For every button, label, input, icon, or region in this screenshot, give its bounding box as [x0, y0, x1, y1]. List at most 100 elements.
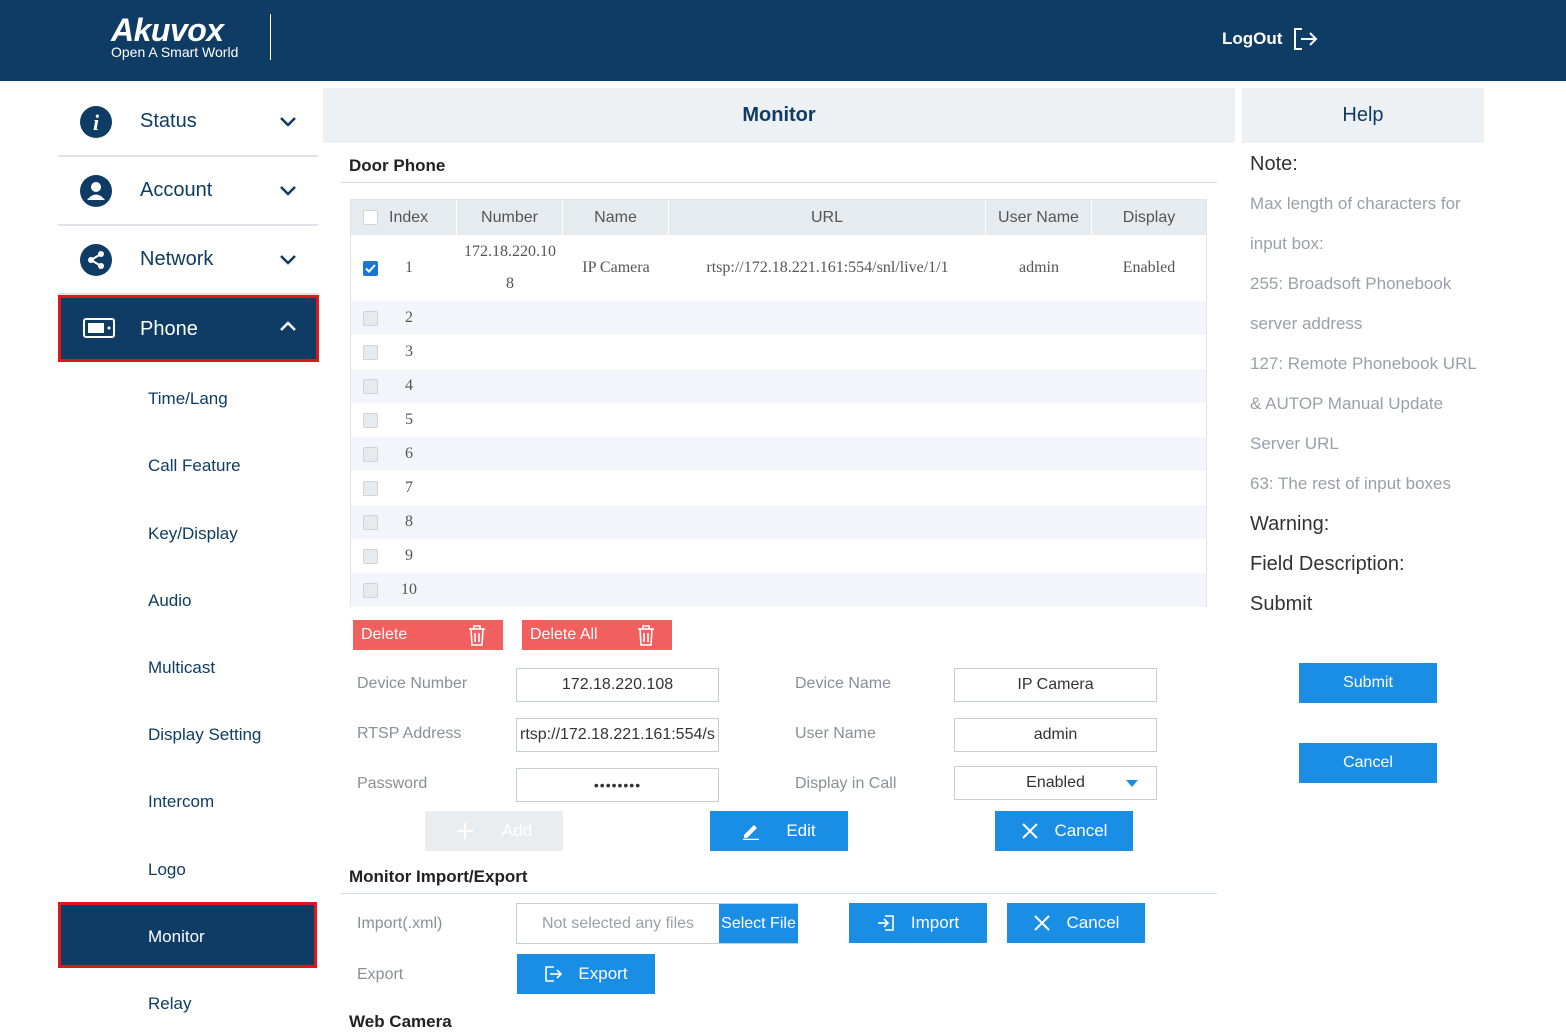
- phone-device-icon: [83, 318, 115, 338]
- section-divider: [341, 182, 1217, 183]
- pencil-icon: [743, 825, 760, 840]
- sidebar-subitem-label: Monitor: [148, 927, 205, 946]
- submit-button[interactable]: Submit: [1299, 663, 1437, 703]
- password-label: Password: [357, 775, 428, 792]
- row-index: 4: [405, 377, 413, 394]
- row-index: 5: [405, 411, 413, 428]
- table-row[interactable]: 5: [351, 403, 1206, 437]
- form-cancel-button[interactable]: Cancel: [995, 811, 1133, 851]
- sidebar-item-label: Status: [140, 110, 197, 132]
- row-checkbox[interactable]: [363, 514, 378, 530]
- logout-button[interactable]: LogOut: [1222, 26, 1318, 52]
- sidebar-subitem-key-display[interactable]: Key/Display: [148, 524, 238, 544]
- select-all-checkbox[interactable]: [363, 210, 378, 225]
- user-name-label: User Name: [795, 725, 876, 742]
- device-number-input[interactable]: 172.18.220.108: [516, 668, 719, 702]
- web-camera-title: Web Camera: [349, 1012, 452, 1031]
- sidebar-subitem-monitor[interactable]: Monitor: [58, 902, 317, 968]
- row-checkbox-cell: [363, 369, 378, 403]
- chevron-down-icon: [280, 116, 296, 127]
- row-checkbox[interactable]: [363, 378, 378, 394]
- row-index: 1: [405, 259, 413, 276]
- edit-label: Edit: [786, 821, 816, 840]
- row-checkbox[interactable]: [363, 446, 378, 462]
- add-button[interactable]: Add: [425, 811, 563, 851]
- sidebar-item-network[interactable]: Network: [58, 226, 318, 295]
- device-number-label: Device Number: [357, 675, 468, 692]
- chevron-up-icon: [280, 321, 296, 331]
- header-label: Index: [389, 208, 429, 226]
- sidebar-subitem-call-feature[interactable]: Call Feature: [148, 456, 241, 476]
- row-checkbox[interactable]: [363, 344, 378, 360]
- help-line: & AUTOP Manual Update: [1250, 394, 1444, 413]
- table-row[interactable]: 3: [351, 335, 1206, 369]
- sidebar-item-label: Phone: [140, 318, 198, 340]
- export-button[interactable]: Export: [517, 954, 655, 994]
- row-display: Enabled: [1122, 259, 1176, 276]
- sidebar-subitem-display-setting[interactable]: Display Setting: [148, 725, 261, 745]
- row-user-name: admin: [1019, 259, 1059, 276]
- edit-button[interactable]: Edit: [710, 811, 848, 851]
- sidebar-subitem-time-lang[interactable]: Time/Lang: [148, 389, 228, 409]
- help-panel-title: Help: [1242, 88, 1484, 143]
- sidebar-item-status[interactable]: i Status: [58, 88, 318, 157]
- brand-logo: Akuvox Open A Smart World: [111, 14, 271, 60]
- delete-label: Delete: [361, 626, 408, 643]
- table-header: Index Number Name URL User Name Display: [351, 200, 1206, 235]
- table-row[interactable]: 2: [351, 301, 1206, 335]
- delete-button[interactable]: Delete: [353, 620, 503, 650]
- help-line: Server URL: [1250, 434, 1339, 453]
- help-line: input box:: [1250, 234, 1324, 253]
- table-row[interactable]: 4: [351, 369, 1206, 403]
- table-row[interactable]: 8: [351, 505, 1206, 539]
- sidebar-subitem-logo[interactable]: Logo: [148, 860, 186, 880]
- sidebar-item-account[interactable]: Account: [58, 157, 318, 226]
- row-checkbox[interactable]: [363, 548, 378, 564]
- password-input[interactable]: ••••••••: [516, 768, 719, 802]
- sidebar-subitem-multicast[interactable]: Multicast: [148, 658, 215, 678]
- help-line: 255: Broadsoft Phonebook: [1250, 274, 1452, 293]
- row-checkbox-checked[interactable]: [363, 260, 378, 276]
- table-row[interactable]: 1 172.18.220.10 8 IP Camera rtsp://172.1…: [351, 235, 1206, 301]
- export-icon: [545, 966, 563, 982]
- header-number: Number: [457, 200, 563, 235]
- table-row[interactable]: 7: [351, 471, 1206, 505]
- row-checkbox[interactable]: [363, 412, 378, 428]
- plus-icon: [456, 823, 473, 839]
- row-checkbox-cell: [363, 539, 378, 573]
- user-name-input[interactable]: admin: [954, 718, 1157, 752]
- display-in-call-select[interactable]: Enabled: [954, 766, 1157, 800]
- page-cancel-button[interactable]: Cancel: [1299, 743, 1437, 783]
- header-user-name: User Name: [986, 200, 1092, 235]
- help-line: server address: [1250, 314, 1363, 333]
- table-row[interactable]: 6: [351, 437, 1206, 471]
- import-label: Import: [910, 913, 960, 932]
- row-checkbox-cell: [363, 301, 378, 335]
- row-checkbox[interactable]: [363, 582, 378, 598]
- delete-all-button[interactable]: Delete All: [522, 620, 672, 650]
- row-checkbox-cell: [363, 505, 378, 539]
- sidebar-subitem-relay[interactable]: Relay: [148, 994, 191, 1014]
- rtsp-address-input[interactable]: rtsp://172.18.221.161:554/s: [516, 718, 719, 752]
- table-row[interactable]: 9: [351, 539, 1206, 573]
- select-value: Enabled: [1026, 774, 1085, 791]
- select-file-button[interactable]: Select File: [719, 904, 798, 943]
- row-checkbox[interactable]: [363, 310, 378, 326]
- export-label: Export: [357, 966, 404, 983]
- sidebar-item-label: Account: [140, 179, 213, 201]
- help-field-description-title: Field Description:: [1250, 553, 1405, 575]
- import-cancel-label: Cancel: [1066, 913, 1120, 932]
- row-index: 10: [401, 581, 417, 598]
- row-checkbox[interactable]: [363, 480, 378, 496]
- device-name-input[interactable]: IP Camera: [954, 668, 1157, 702]
- sidebar-subitem-audio[interactable]: Audio: [148, 591, 191, 611]
- trash-icon: [469, 625, 485, 646]
- sidebar-item-phone[interactable]: Phone: [58, 295, 319, 362]
- sidebar-subitem-intercom[interactable]: Intercom: [148, 792, 214, 812]
- import-icon: [877, 915, 894, 931]
- user-icon: [80, 174, 112, 207]
- row-index: 6: [405, 445, 413, 462]
- import-cancel-button[interactable]: Cancel: [1007, 903, 1145, 943]
- import-button[interactable]: Import: [849, 903, 987, 943]
- table-row[interactable]: 10: [351, 573, 1206, 607]
